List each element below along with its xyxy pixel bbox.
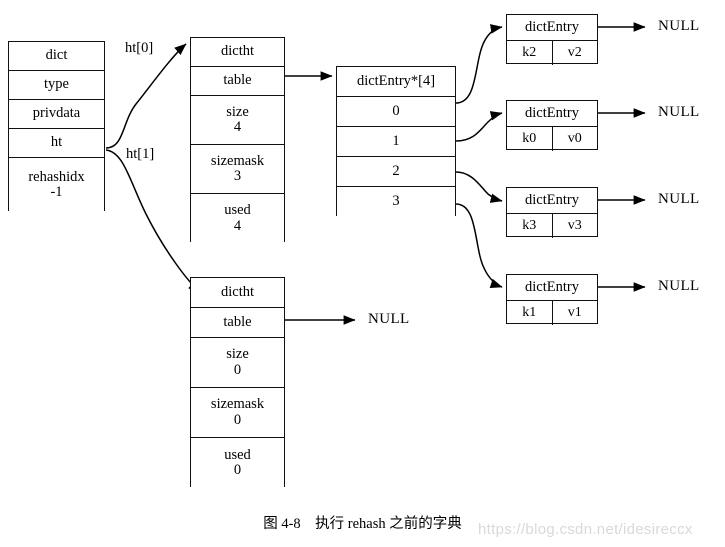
ht1-field-sizemask-value: 0 xyxy=(233,411,242,428)
ht1-table-null-text: NULL xyxy=(368,311,410,327)
dict-entry-1-next-null: NULL xyxy=(658,104,700,121)
dict-entry-0-title: dictEntry xyxy=(507,15,597,41)
bucket-slot-2-label: 2 xyxy=(392,162,400,179)
bucket-slot-2: 2 xyxy=(337,157,455,187)
dict-entry-0-value: v2 xyxy=(567,45,582,60)
dict-entry-0-kv: k2 v2 xyxy=(507,41,597,65)
ht1-field-table-label: table xyxy=(223,313,252,330)
ht1-field-sizemask: sizemask 0 xyxy=(191,388,284,438)
ht1-field-size-label: size xyxy=(226,346,249,363)
dict-entry-2-key: k3 xyxy=(507,214,553,238)
dict-entry-2-next-null-text: NULL xyxy=(658,191,700,207)
diagram-canvas: dict type privdata ht rehashidx -1 ht[0]… xyxy=(0,0,725,547)
ht0-field-sizemask: sizemask 3 xyxy=(191,145,284,194)
ht1-pointer-text: ht[1] xyxy=(126,146,155,162)
bucket-slot-3: 3 xyxy=(337,187,455,217)
dict-entry-node-1: dictEntry k0 v0 xyxy=(506,100,598,151)
dict-field-type-label: type xyxy=(44,76,69,93)
bucket-slot-0: 0 xyxy=(337,97,455,127)
dict-struct-title: dict xyxy=(9,42,104,71)
dict-entry-3-title: dictEntry xyxy=(507,275,597,301)
dict-entry-node-2: dictEntry k3 v3 xyxy=(506,187,598,238)
dict-entry-1-kv: k0 v0 xyxy=(507,127,597,151)
ht1-field-used-label: used xyxy=(224,446,251,463)
dict-entry-3-title-label: dictEntry xyxy=(525,278,579,295)
dict-struct-box: dict type privdata ht rehashidx -1 xyxy=(8,41,105,212)
dict-entry-2-title: dictEntry xyxy=(507,188,597,214)
edge-bucket1-to-entry1 xyxy=(455,111,503,142)
ht1-field-size-value: 0 xyxy=(233,361,242,378)
bucket-array-title: dictEntry*[4] xyxy=(337,67,455,97)
dict-field-rehashidx-label: rehashidx xyxy=(28,168,85,185)
ht0-pointer-text: ht[0] xyxy=(125,40,154,56)
dict-entry-3-next-null: NULL xyxy=(658,278,700,295)
ht0-field-size: size 4 xyxy=(191,96,284,145)
bucket-array-title-label: dictEntry*[4] xyxy=(356,72,436,89)
ht0-title-label: dictht xyxy=(220,43,255,60)
bucket-slot-3-label: 3 xyxy=(392,193,400,210)
dict-field-ht: ht xyxy=(9,129,104,158)
dict-entry-0-next-null-text: NULL xyxy=(658,18,700,34)
edge-ht1 xyxy=(105,149,201,293)
dict-entry-2-value: v3 xyxy=(567,218,582,233)
dict-entry-0-next-null: NULL xyxy=(658,18,700,35)
dict-entry-1-title: dictEntry xyxy=(507,101,597,127)
dict-field-rehashidx: rehashidx -1 xyxy=(9,158,104,212)
ht1-table-null-label: NULL xyxy=(368,311,410,328)
dict-field-type: type xyxy=(9,71,104,100)
bucket-slot-1: 1 xyxy=(337,127,455,157)
dict-field-privdata-label: privdata xyxy=(32,105,81,122)
ht1-title: dictht xyxy=(191,278,284,308)
dict-entry-node-3: dictEntry k1 v1 xyxy=(506,274,598,325)
ht0-dictht-box: dictht table size 4 sizemask 3 used 4 xyxy=(190,37,285,243)
ht0-field-sizemask-value: 3 xyxy=(233,168,242,184)
bucket-slot-0-label: 0 xyxy=(392,102,400,119)
dict-field-rehashidx-value: -1 xyxy=(50,184,63,200)
bucket-slot-1-label: 1 xyxy=(392,132,400,149)
ht0-field-size-value: 4 xyxy=(233,119,242,135)
dict-entry-1-next-null-text: NULL xyxy=(658,104,700,120)
dict-entry-node-0: dictEntry k2 v2 xyxy=(506,14,598,65)
dict-entry-0-title-label: dictEntry xyxy=(525,18,579,35)
ht1-field-table: table xyxy=(191,308,284,338)
dict-entry-3-next-null-text: NULL xyxy=(658,278,700,294)
dict-entry-0-key: k2 xyxy=(507,41,553,65)
ht0-field-table-label: table xyxy=(223,72,252,89)
ht0-field-size-label: size xyxy=(226,103,249,120)
ht0-field-table: table xyxy=(191,67,284,96)
watermark-text: https://blog.csdn.net/idesireccx xyxy=(478,521,693,538)
dict-entry-1-key: k0 xyxy=(507,127,553,151)
ht1-title-label: dictht xyxy=(220,283,255,300)
dict-struct-title-label: dict xyxy=(45,47,68,64)
dict-entry-1-title-label: dictEntry xyxy=(525,104,579,121)
ht0-field-used-value: 4 xyxy=(233,217,242,234)
edge-bucket2-to-entry2 xyxy=(455,171,503,203)
dict-entry-1-value: v0 xyxy=(567,131,582,146)
ht1-dictht-box: dictht table size 0 sizemask 0 used 0 xyxy=(190,277,285,488)
edge-bucket0-to-entry0 xyxy=(455,24,503,104)
bucket-array-box: dictEntry*[4] 0 1 2 3 xyxy=(336,66,456,217)
ht1-pointer-label: ht[1] xyxy=(126,146,154,163)
dict-entry-2-title-label: dictEntry xyxy=(525,191,579,208)
dict-entry-3-kv: k1 v1 xyxy=(507,301,597,325)
ht0-field-used: used 4 xyxy=(191,194,284,243)
ht0-field-sizemask-label: sizemask xyxy=(210,152,265,169)
dict-entry-2-kv: k3 v3 xyxy=(507,214,597,238)
dict-field-privdata: privdata xyxy=(9,100,104,129)
ht1-field-sizemask-label: sizemask xyxy=(210,396,265,413)
ht1-field-size: size 0 xyxy=(191,338,284,388)
ht0-title: dictht xyxy=(191,38,284,67)
ht0-field-used-label: used xyxy=(224,202,251,219)
dict-field-ht-label: ht xyxy=(50,134,63,151)
dict-entry-2-next-null: NULL xyxy=(658,191,700,208)
ht0-pointer-label: ht[0] xyxy=(125,40,153,57)
ht1-field-used-value: 0 xyxy=(233,462,242,478)
edge-bucket3-to-entry3 xyxy=(455,203,503,288)
edge-ht0 xyxy=(105,43,187,149)
dict-entry-3-value: v1 xyxy=(567,305,582,320)
dict-entry-3-key: k1 xyxy=(507,301,553,325)
ht1-field-used: used 0 xyxy=(191,438,284,488)
